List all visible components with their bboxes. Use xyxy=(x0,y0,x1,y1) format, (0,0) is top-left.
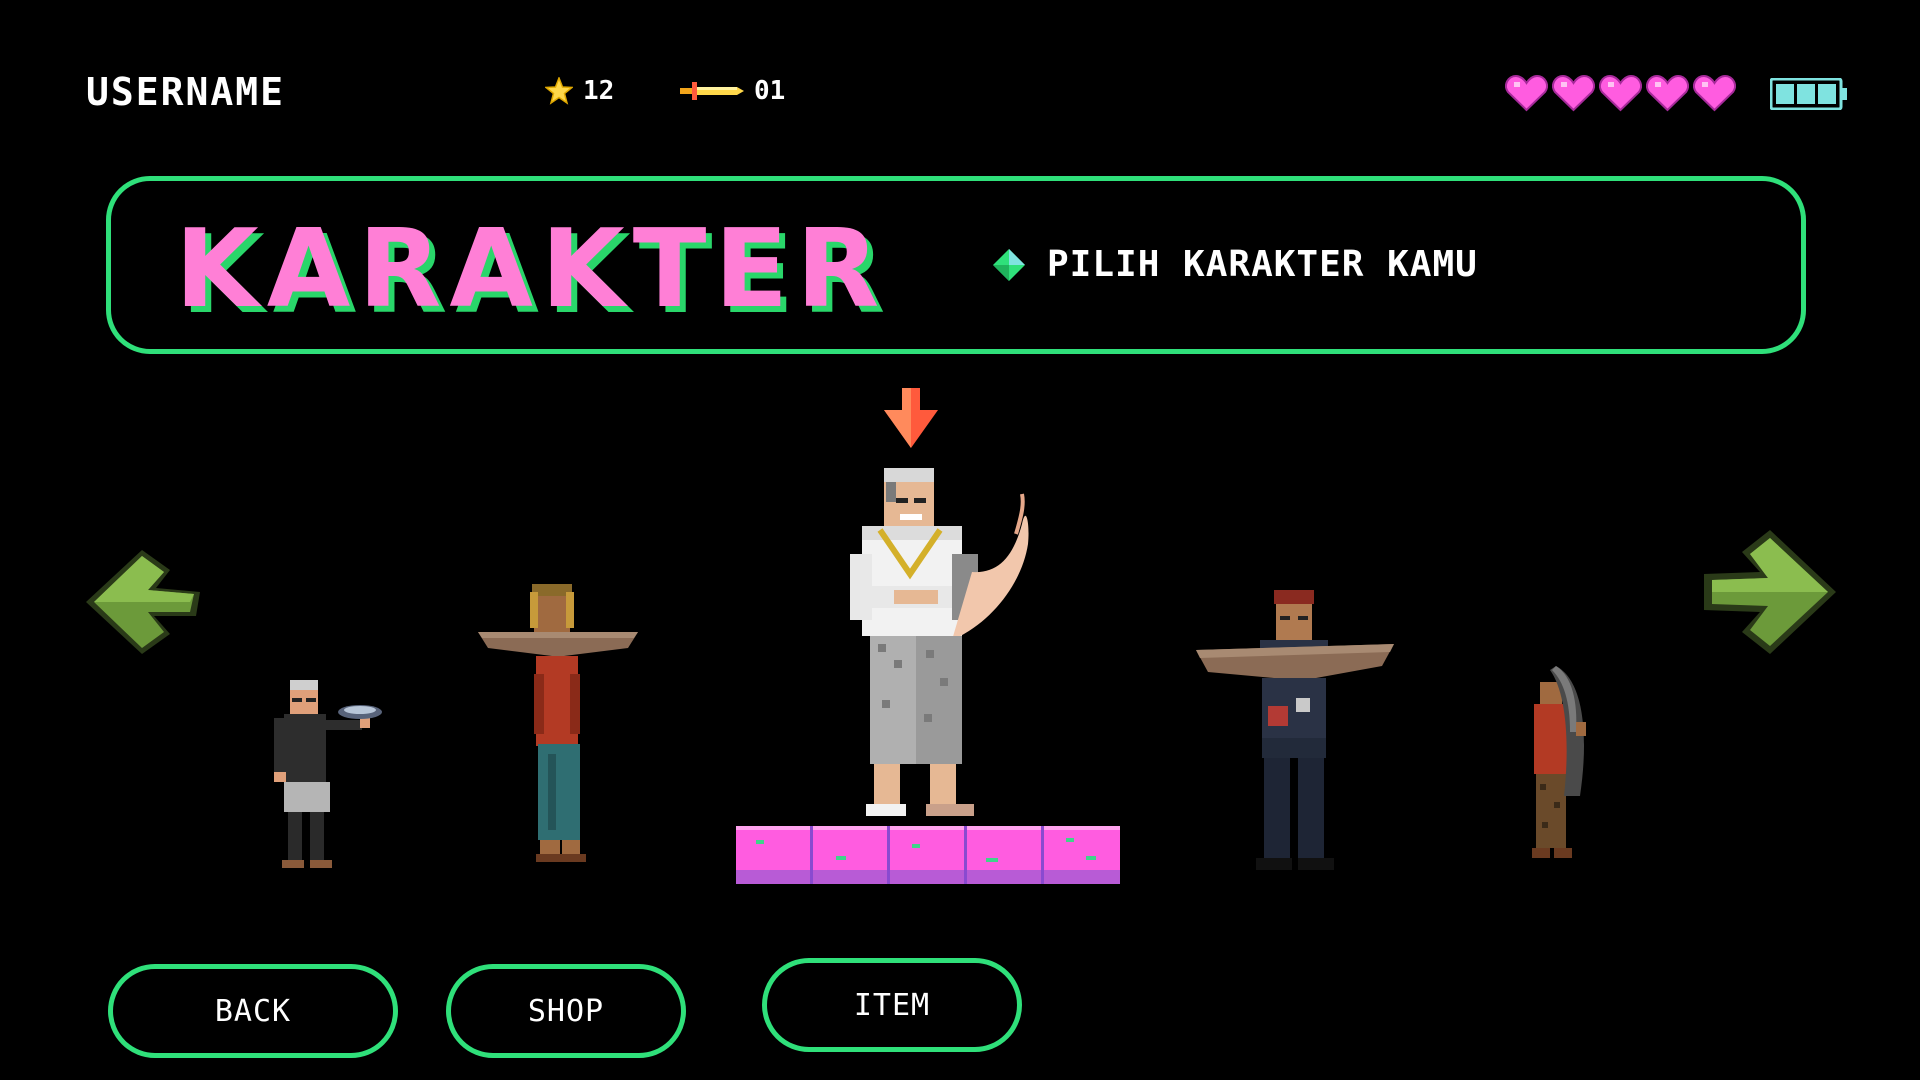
character-4[interactable] xyxy=(1196,586,1394,878)
stars-count: 12 xyxy=(583,76,615,106)
character-platform xyxy=(736,826,1120,884)
subtitle: PILIH KARAKTER KAMU xyxy=(991,244,1478,285)
heart-icon xyxy=(1505,74,1548,112)
swords-count: 01 xyxy=(754,76,786,106)
subtitle-text: PILIH KARAKTER KAMU xyxy=(1047,244,1478,285)
arrow-right-icon[interactable] xyxy=(1700,528,1838,656)
username: USERNAME xyxy=(86,70,286,114)
shop-button[interactable]: SHOP xyxy=(446,964,686,1058)
hearts-bar xyxy=(1505,74,1736,112)
back-button[interactable]: BACK xyxy=(108,964,398,1058)
heart-icon xyxy=(1646,74,1689,112)
battery-icon xyxy=(1770,78,1847,110)
heart-icon xyxy=(1552,74,1595,112)
page-title: KARAKTER xyxy=(175,207,888,332)
heart-icon xyxy=(1599,74,1642,112)
star-icon xyxy=(545,77,573,105)
item-button[interactable]: ITEM xyxy=(762,958,1022,1052)
arrow-left-icon[interactable] xyxy=(84,548,202,656)
character-2[interactable] xyxy=(478,582,638,870)
selector-arrow-icon xyxy=(884,388,938,448)
diamond-arrow-icon xyxy=(993,248,1025,281)
sword-icon xyxy=(680,82,744,100)
heart-icon xyxy=(1693,74,1736,112)
character-3[interactable] xyxy=(840,464,1076,836)
character-1[interactable] xyxy=(262,676,382,872)
character-5[interactable] xyxy=(1512,662,1596,868)
title-panel: KARAKTER PILIH KARAKTER KAMU xyxy=(106,176,1806,354)
stars-counter: 12 xyxy=(545,76,614,106)
swords-counter: 01 xyxy=(680,76,785,106)
